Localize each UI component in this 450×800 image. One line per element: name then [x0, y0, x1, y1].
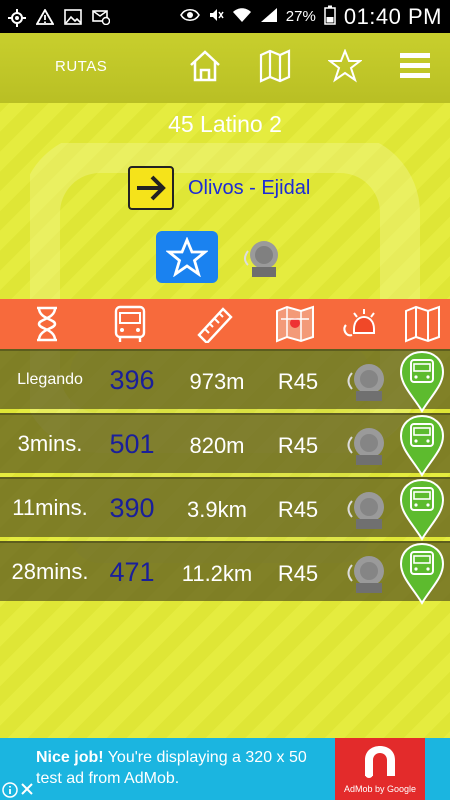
warning-icon	[35, 7, 55, 25]
route-line: R45	[277, 497, 319, 522]
alarm-bell-icon[interactable]	[342, 359, 388, 405]
arrivals-header	[0, 299, 450, 349]
status-notifications	[8, 7, 111, 27]
ruler-icon	[197, 307, 233, 343]
alarm-icon	[343, 309, 375, 337]
route-name: 45 Latino 2	[168, 111, 282, 137]
favorite-button[interactable]	[156, 231, 218, 283]
arrival-time: 11mins.	[12, 495, 88, 520]
alarm-bell-icon[interactable]	[342, 423, 388, 469]
distance: 973m	[189, 369, 245, 394]
ad-headline: Nice job!	[36, 749, 104, 766]
bus-location-pin-icon[interactable]	[398, 479, 446, 541]
signal-icon	[260, 7, 278, 26]
bus-location-pin-icon[interactable]	[398, 543, 446, 605]
battery-icon	[324, 5, 336, 28]
table-row[interactable]: 11mins. 390 3.9km R45	[0, 477, 450, 541]
status-time: 01:40 PM	[343, 3, 442, 29]
alarm-bell-icon[interactable]	[342, 551, 388, 597]
home-icon[interactable]	[188, 49, 222, 83]
hourglass-icon	[37, 306, 57, 342]
table-row[interactable]: 28mins. 471 11.2km R45	[0, 541, 450, 605]
wifi-icon	[232, 7, 252, 26]
bus-number: 390	[109, 493, 155, 523]
close-icon[interactable]	[20, 782, 34, 796]
arrival-time: 28mins.	[11, 559, 89, 584]
menu-icon[interactable]	[398, 49, 432, 83]
table-row[interactable]: 3mins. 501 820m R45	[0, 413, 450, 477]
star-icon[interactable]	[328, 49, 362, 83]
route-line: R45	[277, 369, 319, 394]
ad-banner[interactable]: Nice job! You're displaying a 320 x 50 t…	[0, 738, 450, 800]
favorite-star-icon	[166, 237, 208, 277]
admob-icon	[365, 746, 395, 778]
gps-icon	[8, 8, 26, 27]
battery-percentage: 27%	[285, 8, 316, 25]
distance: 11.2km	[181, 561, 253, 586]
map-icon[interactable]	[258, 49, 292, 83]
alarm-bell-icon[interactable]	[240, 233, 282, 281]
direction-selector[interactable]: Olivos - Ejidal	[128, 166, 310, 210]
route-line: R45	[277, 561, 319, 586]
bus-number: 501	[109, 429, 155, 459]
distance: 820m	[189, 433, 245, 458]
arrival-time: Llegando	[17, 371, 83, 388]
rutas-title[interactable]: RUTAS	[55, 58, 107, 75]
app-body: RUTAS 45 Latino 2 Olivos - Ejidal Llegan…	[0, 33, 450, 738]
map-icon	[405, 305, 440, 343]
bus-icon	[114, 305, 146, 342]
bus-location-pin-icon[interactable]	[398, 351, 446, 413]
distance: 3.9km	[187, 497, 247, 522]
bus-number: 471	[109, 557, 155, 587]
bus-location-pin-icon[interactable]	[398, 415, 446, 477]
bus-number: 396	[109, 365, 155, 395]
arrival-time: 3mins.	[17, 431, 83, 456]
direction-label[interactable]: Olivos - Ejidal	[188, 177, 310, 200]
eye-icon	[179, 8, 200, 25]
route-line: R45	[277, 433, 319, 458]
city-map-icon	[276, 305, 314, 343]
status-system: 27% 01:40 PM	[179, 3, 442, 30]
status-bar: 27% 01:40 PM	[0, 0, 450, 33]
top-bar: RUTAS	[0, 33, 450, 103]
alarm-bell-icon[interactable]	[342, 487, 388, 533]
ad-text[interactable]: Nice job! You're displaying a 320 x 50 t…	[36, 747, 336, 789]
image-icon	[64, 8, 82, 25]
mute-icon	[208, 7, 224, 26]
table-row[interactable]: Llegando 396 973m R45	[0, 349, 450, 413]
mail-blocked-icon	[92, 9, 111, 25]
info-icon[interactable]	[2, 782, 18, 798]
arrow-right-icon[interactable]	[128, 166, 174, 210]
admob-caption: AdMob by Google	[343, 784, 417, 794]
